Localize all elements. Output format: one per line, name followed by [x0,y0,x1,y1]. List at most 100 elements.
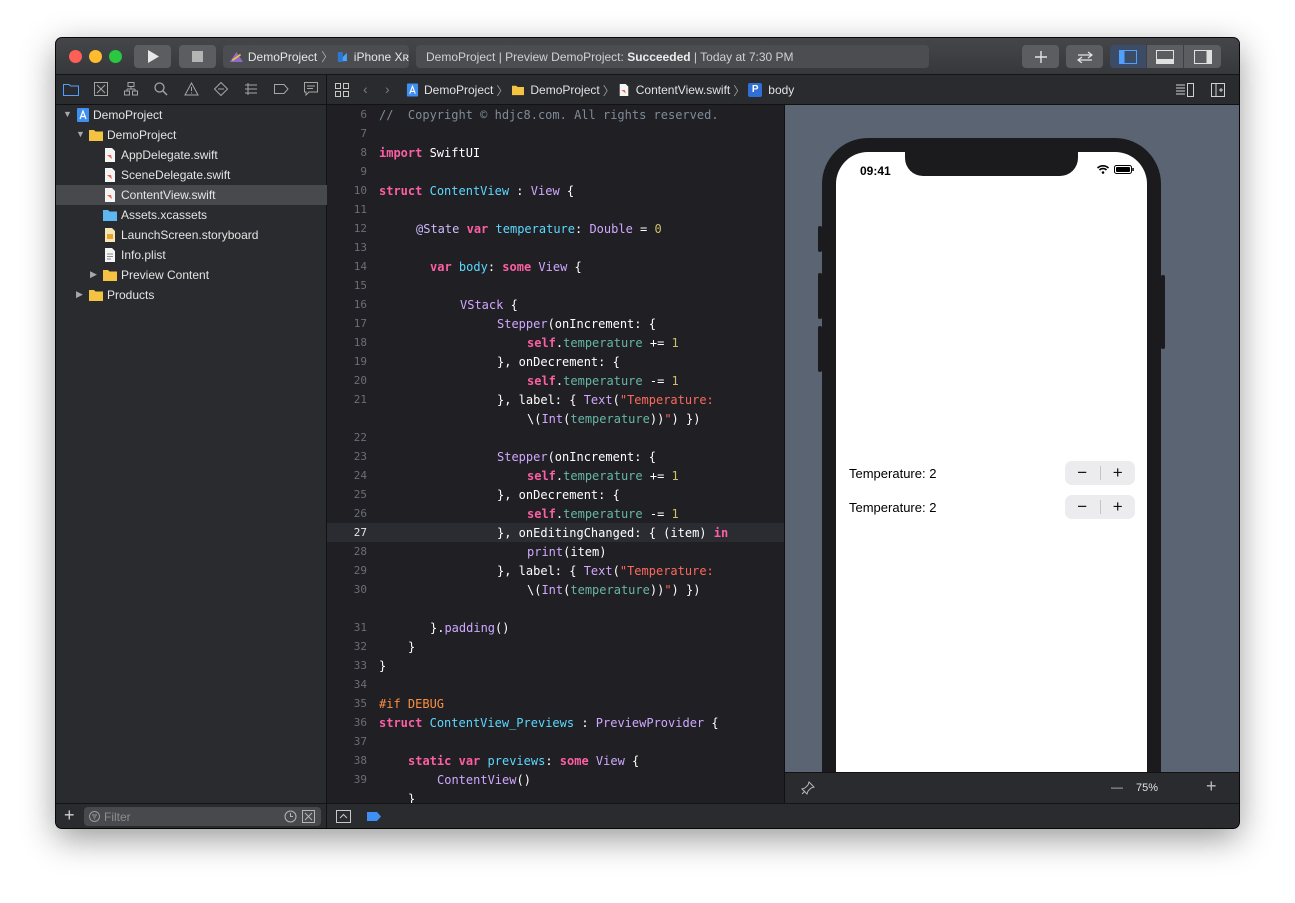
code-line: import SwiftUI [379,146,481,160]
tree-item-file[interactable]: LaunchScreen.storyboard [56,225,327,245]
breadcrumb-file[interactable]: ContentView.swift [636,83,731,97]
breadcrumb-project[interactable]: DemoProject [424,83,493,97]
temperature-stepper[interactable]: − + [1065,495,1135,519]
stepper-increment-button[interactable]: + [1101,461,1136,485]
stepper-decrement-button[interactable]: − [1065,495,1100,519]
stop-button[interactable] [179,45,216,68]
related-items-grid-icon[interactable] [335,83,349,97]
tree-item-file[interactable]: Info.plist [56,245,327,265]
line-number: 35 [353,697,367,710]
tree-item-group[interactable]: ▶ Products [56,285,327,305]
breakpoints-active-icon[interactable] [367,812,381,821]
navigator-footer: + Filter [56,803,327,828]
tree-item-group[interactable]: ▶ Preview Content [56,265,327,285]
breadcrumb-separator-icon: 〉 [602,83,615,98]
scheme-separator-icon: 〉 [321,50,334,64]
zoom-window-button[interactable] [109,50,122,63]
minimize-window-button[interactable] [89,50,102,63]
diamond-icon [214,82,228,96]
find-navigator-tab[interactable] [153,81,169,97]
tree-item-label: DemoProject [93,108,163,122]
stepper-increment-button[interactable]: + [1101,495,1136,519]
line-number: 20 [353,374,367,387]
disclosure-open-icon: ▼ [76,129,85,139]
line-number: 23 [353,450,367,463]
run-button[interactable] [134,45,171,68]
source-control-filter-icon[interactable] [302,810,315,823]
property-symbol-icon: P [748,83,763,97]
temperature-stepper[interactable]: − + [1065,461,1135,485]
status-prefix: DemoProject | Preview DemoProject: [426,49,624,64]
xcode-window: DemoProject 〉 iPhone Xʀ DemoProject | Pr… [56,38,1239,828]
report-navigator-tab[interactable] [303,81,319,97]
search-icon [154,82,168,96]
close-window-button[interactable] [69,50,82,63]
line-number: 10 [353,184,367,197]
source-control-icon [94,82,108,96]
toggle-inspector-button[interactable] [1184,45,1221,68]
tree-item-label: SceneDelegate.swift [121,168,231,182]
swift-file-icon [105,168,115,182]
breadcrumb-symbol[interactable]: body [768,83,794,97]
swap-arrows-icon [1076,51,1093,63]
issue-navigator-tab[interactable] [183,81,199,97]
add-file-button[interactable]: + [64,805,75,825]
line-number: 12 [353,222,367,235]
code-line: self.temperature -= 1 [527,374,679,388]
tree-item-file[interactable]: AppDelegate.swift [56,145,327,165]
status-time: | Today at 7:30 PM [693,49,794,64]
forward-chevron-icon[interactable]: › [385,81,390,97]
library-button[interactable] [1022,45,1059,68]
toggle-debug-area-button[interactable] [1147,45,1184,68]
hierarchy-icon [124,82,138,96]
plist-icon [105,248,115,262]
breakpoint-navigator-tab[interactable] [273,81,289,97]
swift-file-icon [105,188,115,202]
line-number: 39 [353,773,367,786]
code-line: } [408,640,416,654]
project-navigator-tab[interactable] [63,81,79,97]
editor-options-icon[interactable] [1176,83,1194,97]
line-number: 30 [353,583,367,596]
line-number: 8 [360,146,367,159]
stepper-decrement-button[interactable]: − [1065,461,1100,485]
tree-item-label: LaunchScreen.storyboard [121,228,259,242]
scheme-selector[interactable]: DemoProject 〉 iPhone Xʀ [223,45,409,68]
code-line: @State var temperature: Double = 0 [416,222,662,236]
source-control-navigator-tab[interactable] [93,81,109,97]
code-review-button[interactable] [1066,45,1103,68]
zoom-in-button[interactable]: + [1206,776,1217,797]
source-editor[interactable]: 6 7 8 9 10 11 12 13 14 15 16 17 18 19 20 21 22 23 24 25 26 27… [327,105,784,803]
recent-files-clock-icon[interactable] [284,810,297,823]
add-editor-icon[interactable] [1211,83,1225,97]
device-icon [338,51,348,62]
back-chevron-icon[interactable]: ‹ [363,81,368,97]
breakpoint-icon [273,84,289,94]
symbol-navigator-tab[interactable] [123,81,139,97]
breadcrumb-group[interactable]: DemoProject [530,83,599,97]
toggle-navigator-button[interactable] [1110,45,1147,68]
test-navigator-tab[interactable] [213,81,229,97]
code-line: \(Int(temperature))") }) [527,583,701,597]
filter-placeholder: Filter [104,809,131,824]
navigator-filter-field[interactable]: Filter [84,807,321,826]
zoom-out-button[interactable]: — [1111,780,1123,794]
tree-item-file-selected[interactable]: ContentView.swift [56,185,327,205]
tree-item-group[interactable]: ▼ DemoProject [56,125,327,145]
status-result: Succeeded [627,49,691,64]
tree-item-project[interactable]: ▼ DemoProject [56,105,327,125]
tree-item-file[interactable]: SceneDelegate.swift [56,165,327,185]
debug-bar [327,803,1239,828]
preview-canvas: 09:41 Temperature: 2 − + Temperature: 2 … [784,105,1239,803]
debug-navigator-tab[interactable] [243,81,259,97]
disclosure-closed-icon: ▶ [90,269,97,279]
tree-item-file[interactable]: Assets.xcassets [56,205,327,225]
pin-preview-icon[interactable] [801,781,815,795]
line-number: 27 [353,526,367,539]
line-number: 25 [353,488,367,501]
folder-outline-icon [63,84,79,96]
zoom-level[interactable]: 75% [1136,782,1158,794]
device-screen: 09:41 Temperature: 2 − + Temperature: 2 … [836,152,1147,803]
code-line: self.temperature += 1 [527,336,679,350]
hide-debug-area-icon[interactable] [336,810,351,823]
